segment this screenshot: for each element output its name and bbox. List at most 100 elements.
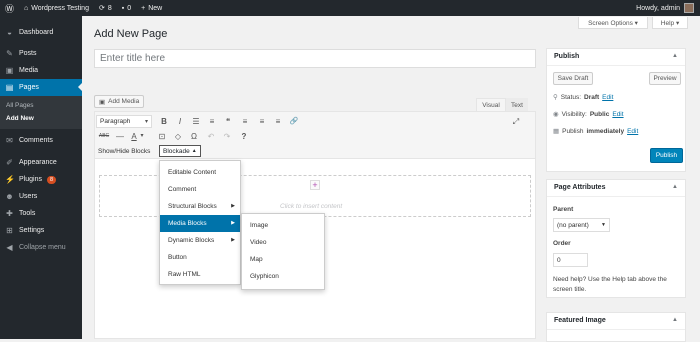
format-select[interactable]: Paragraph xyxy=(96,115,152,128)
sidebar-item-comments[interactable]: ✉ Comments xyxy=(0,132,82,149)
title-input[interactable]: Enter title here xyxy=(94,49,536,68)
help-button[interactable]: Help ▾ xyxy=(652,17,688,29)
insert-plus-icon[interactable]: + xyxy=(310,180,320,190)
order-label: Order xyxy=(553,240,571,247)
menu-item-dynamic-blocks[interactable]: Dynamic Blocks ▶ xyxy=(160,232,240,249)
appearance-icon: ✐ xyxy=(6,158,13,167)
parent-select[interactable]: (no parent) ▼ xyxy=(553,218,610,232)
collapse-icon: ◀ xyxy=(6,243,13,252)
page-attributes-header[interactable]: Page Attributes ▲ xyxy=(547,180,685,197)
caret-up-icon: ▲ xyxy=(191,148,197,154)
calendar-icon: ▦ xyxy=(553,128,560,135)
undo-button[interactable]: ↶ xyxy=(205,130,217,143)
users-icon: ☻ xyxy=(5,192,14,201)
chevron-right-icon: ▶ xyxy=(231,220,235,226)
my-account[interactable]: Howdy, admin xyxy=(636,3,700,13)
updates-link[interactable]: ⟳ 8 xyxy=(94,0,117,16)
blockade-dropdown: Editable Content Comment Structural Bloc… xyxy=(159,160,241,285)
publish-button[interactable]: Publish xyxy=(650,148,683,163)
admin-sidebar: ◒ Dashboard ✎ Posts ▣ Media ▤ Pages All Page… xyxy=(0,16,82,339)
new-content-link[interactable]: + New xyxy=(136,0,167,16)
visibility-row: ◉ Visibility: Public Edit xyxy=(553,110,624,119)
save-draft-button[interactable]: Save Draft xyxy=(553,72,593,85)
media-icon: ▣ xyxy=(5,66,14,75)
toggle-icon: ▲ xyxy=(672,317,678,323)
menu-item-structural-blocks[interactable]: Structural Blocks ▶ xyxy=(160,198,240,215)
blockquote-button[interactable]: ❝ xyxy=(222,115,234,128)
sidebar-item-posts[interactable]: ✎ Posts xyxy=(0,45,82,62)
horizontal-line-button[interactable]: — xyxy=(114,130,126,143)
page-title: Add New Page xyxy=(94,28,168,40)
italic-button[interactable]: I xyxy=(174,115,186,128)
pages-icon: ▤ xyxy=(5,83,14,92)
featured-image-header[interactable]: Featured Image ▲ xyxy=(547,313,685,330)
menu-item-raw-html[interactable]: Raw HTML xyxy=(160,266,240,283)
sidebar-item-appearance[interactable]: ✐ Appearance xyxy=(0,154,82,171)
paste-text-button[interactable]: ⊡ xyxy=(156,130,168,143)
publish-box-header[interactable]: Publish ▲ xyxy=(547,49,685,66)
sidebar-item-media[interactable]: ▣ Media xyxy=(0,62,82,79)
menu-item-video[interactable]: Video xyxy=(250,239,267,246)
tools-icon: ✚ xyxy=(6,209,13,218)
chevron-right-icon: ▶ xyxy=(231,237,235,243)
tab-visual[interactable]: Visual xyxy=(476,98,506,111)
pin-icon: ⚲ xyxy=(553,94,558,101)
chevron-down-icon: ▼ xyxy=(601,222,606,228)
featured-image-box: Featured Image ▲ xyxy=(546,312,686,342)
numbered-list-button[interactable]: ≡ xyxy=(206,115,218,128)
bold-button[interactable]: B xyxy=(158,115,170,128)
link-button[interactable]: 🔗 xyxy=(288,115,300,128)
align-left-button[interactable]: ≡ xyxy=(239,115,251,128)
tab-text[interactable]: Text xyxy=(506,98,528,111)
blockade-button[interactable]: Blockade ▲ xyxy=(159,145,201,157)
edit-visibility-link[interactable]: Edit xyxy=(612,111,623,118)
menu-item-editable-content[interactable]: Editable Content xyxy=(160,164,240,181)
menu-item-glyphicon[interactable]: Glyphicon xyxy=(250,273,279,280)
click-to-insert-text: Click to insert content xyxy=(280,203,343,210)
comments-icon: ✉ xyxy=(6,136,13,145)
menu-item-comment[interactable]: Comment xyxy=(160,181,240,198)
avatar xyxy=(684,3,694,13)
bullet-list-button[interactable]: ☰ xyxy=(190,115,202,128)
clear-formatting-button[interactable]: ◇ xyxy=(172,130,184,143)
sidebar-item-plugins[interactable]: ⚡ Plugins 8 xyxy=(0,171,82,188)
dashboard-icon: ◒ xyxy=(7,28,12,37)
order-input[interactable]: 0 xyxy=(553,253,588,267)
schedule-row: ▦ Publish immediately Edit xyxy=(553,127,639,136)
align-center-button[interactable]: ≡ xyxy=(256,115,268,128)
align-right-button[interactable]: ≡ xyxy=(272,115,284,128)
text-color-dropdown[interactable]: ▾ xyxy=(138,130,146,143)
plus-icon: + xyxy=(141,4,146,12)
menu-item-button[interactable]: Button xyxy=(160,249,240,266)
screen-options-button[interactable]: Screen Options ▾ xyxy=(578,17,648,29)
comments-link[interactable]: ▪ 0 xyxy=(117,0,136,16)
strikethrough-button[interactable]: ABC xyxy=(98,130,110,143)
sidebar-item-users[interactable]: ☻ Users xyxy=(0,188,82,205)
site-name-link[interactable]: ⌂ Wordpress Testing xyxy=(19,0,94,16)
parent-label: Parent xyxy=(553,206,574,213)
show-hide-blocks[interactable]: Show/Hide Blocks xyxy=(98,148,150,155)
sidebar-item-tools[interactable]: ✚ Tools xyxy=(0,205,82,222)
preview-button[interactable]: Preview xyxy=(649,72,681,85)
plugins-icon: ⚡ xyxy=(5,175,15,184)
special-character-button[interactable]: Ω xyxy=(188,130,200,143)
submenu-add-new[interactable]: Add New xyxy=(0,112,82,125)
sidebar-item-pages[interactable]: ▤ Pages xyxy=(0,79,82,96)
sidebar-item-dashboard[interactable]: ◒ Dashboard xyxy=(0,24,82,41)
menu-item-image[interactable]: Image xyxy=(250,222,268,229)
sidebar-item-settings[interactable]: ⊞ Settings xyxy=(0,222,82,239)
collapse-menu[interactable]: ◀ Collapse menu xyxy=(0,239,82,256)
submenu-all-pages[interactable]: All Pages xyxy=(0,99,82,112)
menu-item-map[interactable]: Map xyxy=(250,256,263,263)
posts-icon: ✎ xyxy=(6,49,13,58)
wordpress-logo[interactable]: Ⓦ xyxy=(0,0,19,16)
menu-item-media-blocks[interactable]: Media Blocks ▶ xyxy=(160,215,240,232)
admin-bar: Ⓦ ⌂ Wordpress Testing ⟳ 8 ▪ 0 + New Howdy, a… xyxy=(0,0,700,16)
plugins-update-badge: 8 xyxy=(46,175,57,184)
edit-schedule-link[interactable]: Edit xyxy=(627,128,638,135)
help-icon[interactable]: ? xyxy=(238,130,250,143)
fullscreen-icon[interactable]: ⤢ xyxy=(510,115,522,128)
edit-status-link[interactable]: Edit xyxy=(602,94,613,101)
redo-button[interactable]: ↷ xyxy=(221,130,233,143)
add-media-button[interactable]: ▣ Add Media xyxy=(94,95,145,108)
